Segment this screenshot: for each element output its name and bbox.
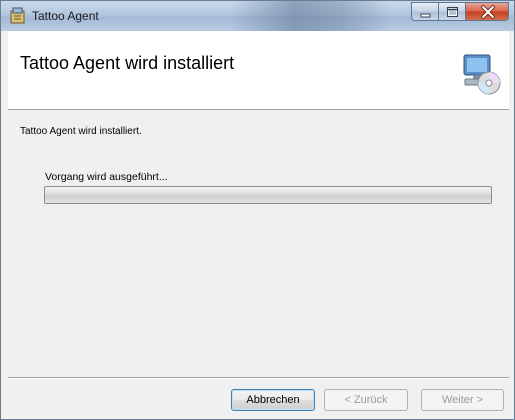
close-button[interactable] (465, 2, 509, 21)
caption-buttons (411, 2, 509, 22)
progress-label: Vorgang wird ausgeführt... (45, 171, 168, 183)
window-title: Tattoo Agent (32, 9, 99, 23)
cancel-button[interactable]: Abbrechen (231, 389, 315, 411)
minimize-icon (420, 13, 431, 18)
next-button[interactable]: Weiter > (421, 389, 504, 411)
installer-window: Tattoo Agent Tattoo Agent wird installie… (0, 0, 515, 420)
back-button[interactable]: < Zurück (324, 389, 408, 411)
footer-divider (8, 377, 509, 379)
title-bar[interactable]: Tattoo Agent (1, 1, 514, 31)
progress-bar (44, 186, 492, 204)
maximize-icon (447, 7, 458, 17)
minimize-button[interactable] (411, 2, 438, 21)
installer-computer-disc-icon (463, 54, 501, 95)
header-banner: Tattoo Agent wird installiert (8, 31, 509, 110)
status-text: Tattoo Agent wird installiert. (20, 126, 142, 137)
content-area: Tattoo Agent wird installiert. Vorgang w… (8, 110, 509, 378)
page-title: Tattoo Agent wird installiert (20, 53, 235, 73)
close-icon (481, 5, 495, 19)
title-bar-glass (231, 1, 391, 31)
installer-app-icon (10, 7, 25, 24)
maximize-button[interactable] (438, 2, 465, 21)
